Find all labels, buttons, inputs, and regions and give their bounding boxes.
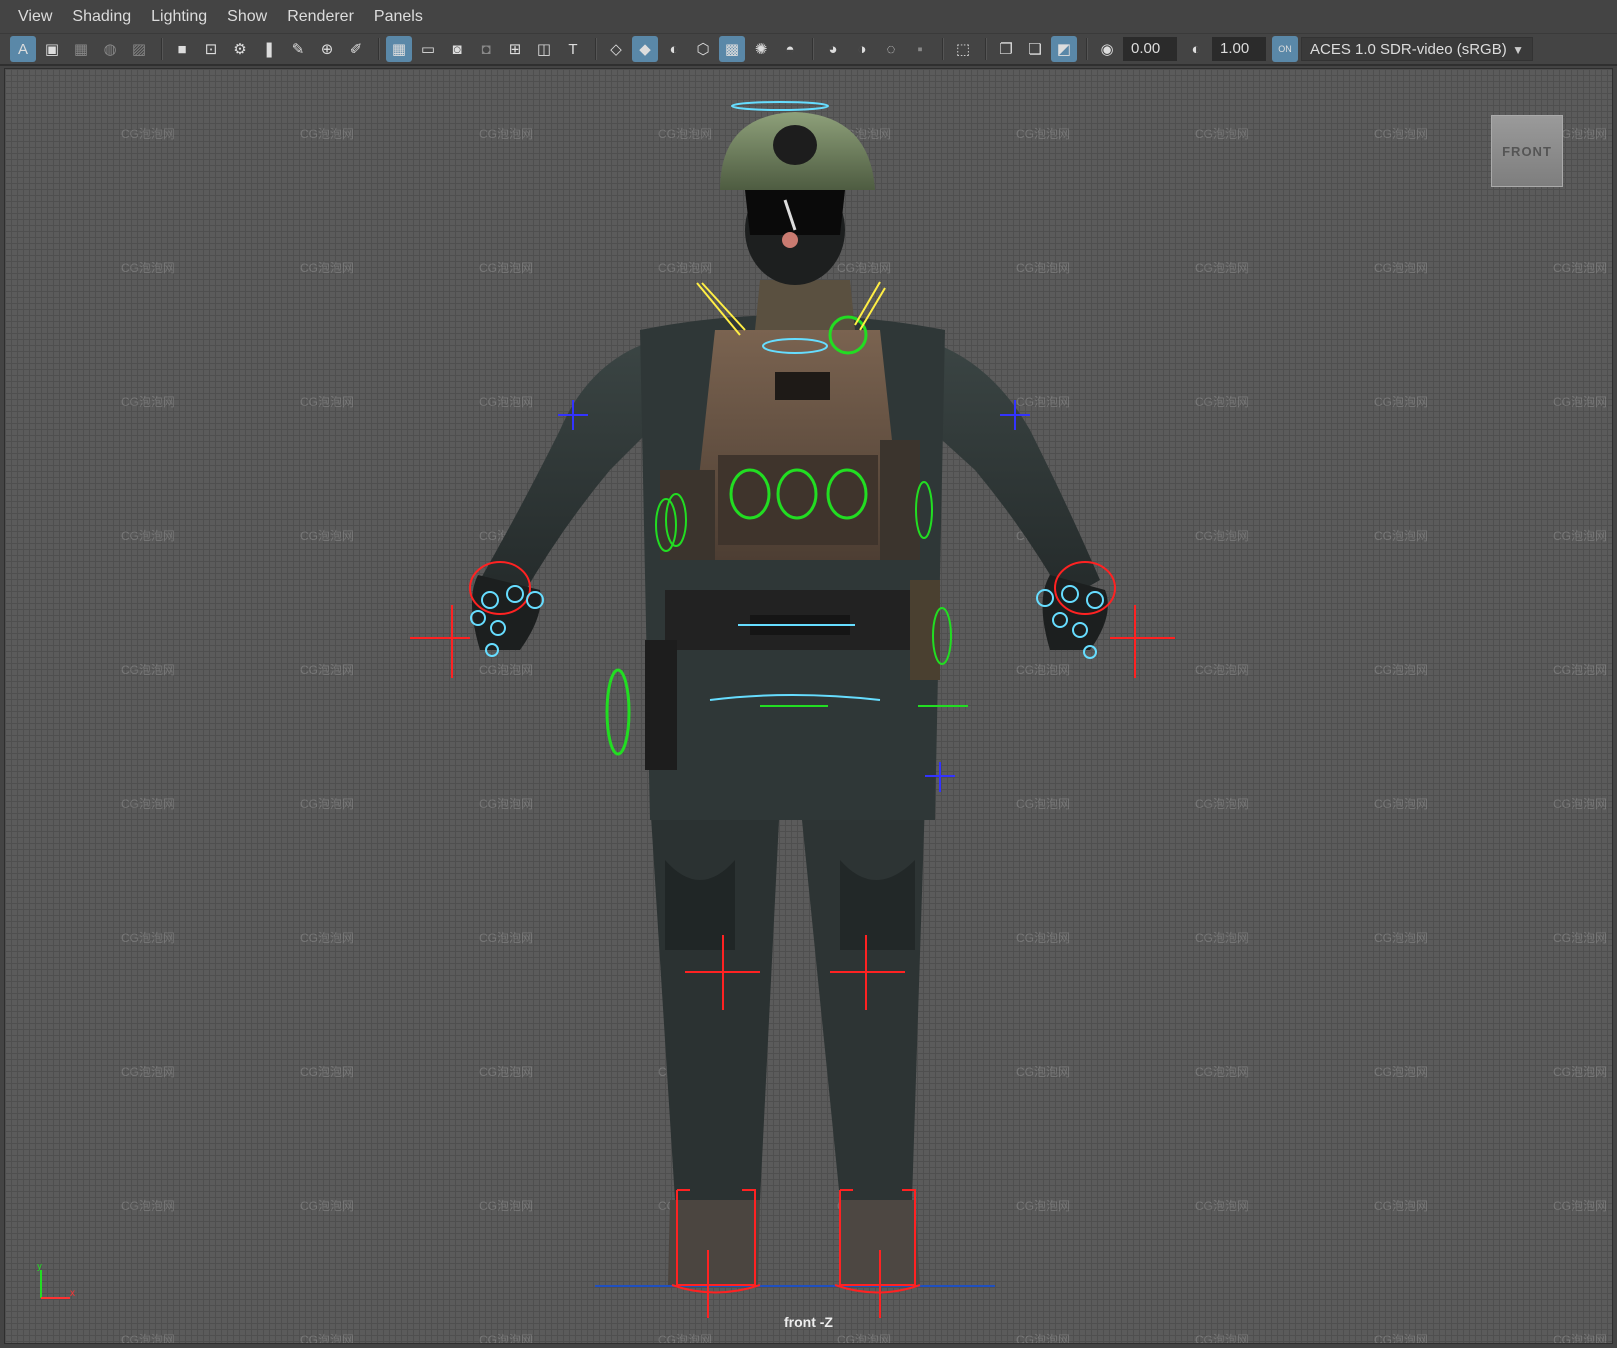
- axis-y-label: y: [37, 1264, 42, 1272]
- hip-fk-control-right: [605, 668, 631, 756]
- character-head: [720, 112, 875, 330]
- character-rig-scene: [410, 101, 1175, 1318]
- axis-x-label: x: [70, 1288, 75, 1299]
- character-legs: [650, 800, 925, 1285]
- character-torso: [640, 315, 945, 820]
- viewcube-front[interactable]: FRONT: [1491, 115, 1563, 187]
- camera-label: front -Z: [784, 1314, 833, 1330]
- axis-gizmo: y x: [37, 1264, 75, 1299]
- head-halo-control: [731, 101, 829, 111]
